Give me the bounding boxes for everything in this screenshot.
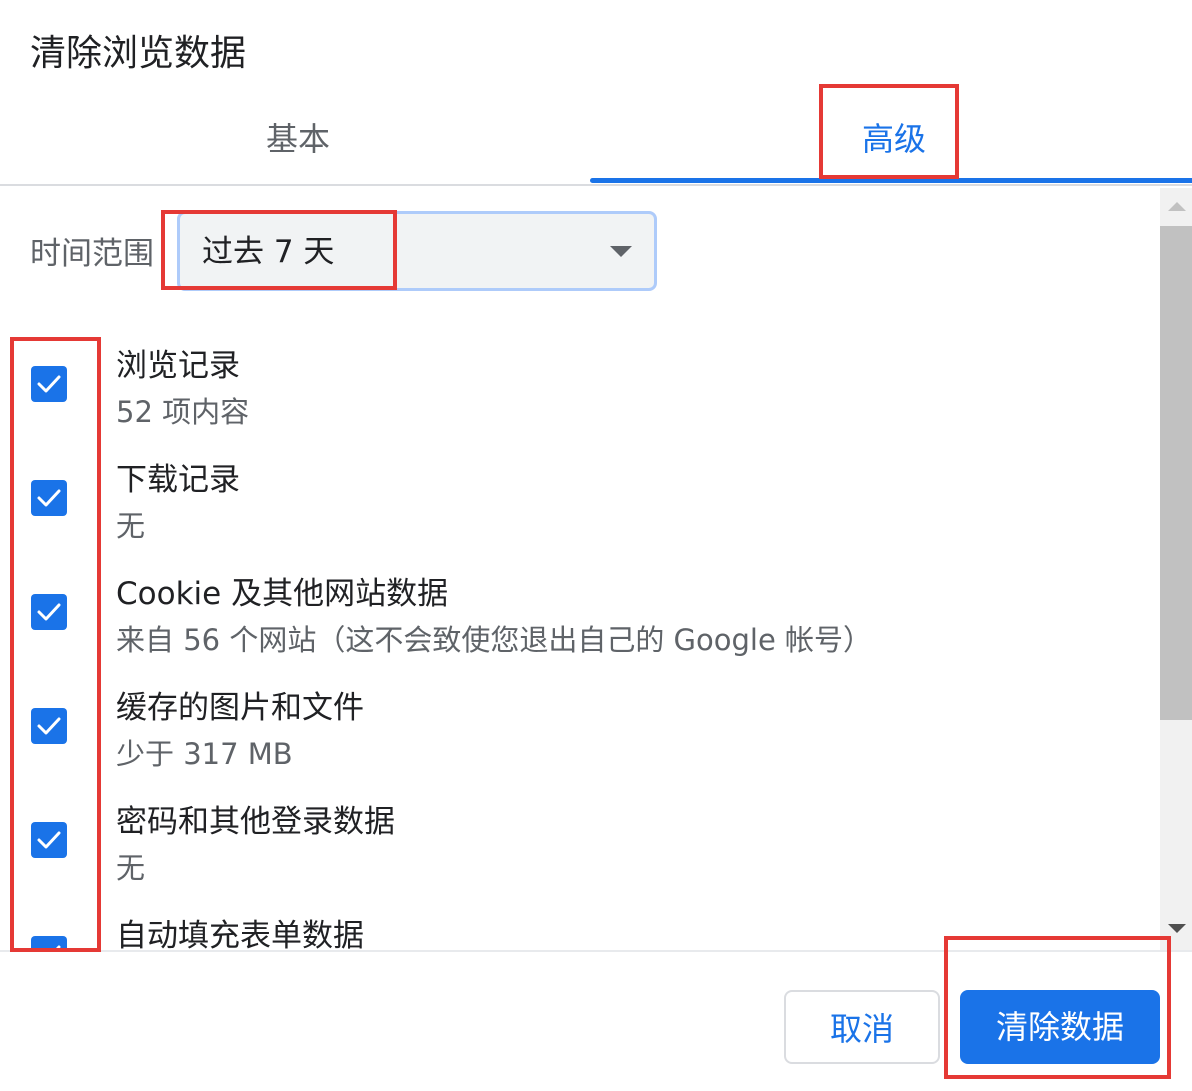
tab-divider (0, 184, 1192, 186)
list-item-cached-files: 缓存的图片和文件 少于 317 MB (0, 686, 1160, 796)
tab-advanced[interactable]: 高级 (596, 92, 1192, 182)
checkbox-browsing-history[interactable] (31, 366, 67, 402)
time-range-label: 时间范围 (30, 236, 154, 272)
list-item-autofill: 自动填充表单数据 (0, 914, 1160, 950)
item-title: Cookie 及其他网站数据 (116, 576, 449, 612)
checkbox-cached-files[interactable] (31, 708, 67, 744)
checkmark-icon (37, 831, 61, 849)
active-tab-indicator (590, 178, 1192, 183)
list-item-passwords: 密码和其他登录数据 无 (0, 800, 1160, 910)
scroll-up-arrow-icon[interactable] (1168, 202, 1186, 211)
footer-divider (0, 950, 1192, 952)
item-subtitle: 无 (116, 509, 146, 543)
checkmark-icon (37, 489, 61, 507)
checkmark-icon (37, 603, 61, 621)
item-subtitle: 少于 317 MB (116, 737, 293, 771)
dropdown-arrow-icon (610, 246, 632, 257)
checkmark-icon (37, 375, 61, 393)
dialog-title: 清除浏览数据 (30, 33, 247, 74)
item-title: 浏览记录 (116, 348, 240, 384)
time-range-value: 过去 7 天 (202, 234, 335, 270)
checkbox-passwords[interactable] (31, 822, 67, 858)
item-subtitle: 来自 56 个网站（这不会致使您退出自己的 Google 帐号） (116, 623, 873, 657)
item-title: 下载记录 (116, 462, 240, 498)
list-item-browsing-history: 浏览记录 52 项内容 (0, 344, 1160, 454)
checkmark-icon (54, 945, 61, 950)
settings-content: 时间范围 过去 7 天 浏览记录 52 项内容 下载记录 无 Cookie 及其… (0, 188, 1160, 950)
list-item-cookies: Cookie 及其他网站数据 来自 56 个网站（这不会致使您退出自己的 Goo… (0, 572, 1160, 682)
clear-data-button[interactable]: 清除数据 (960, 990, 1160, 1064)
item-title: 密码和其他登录数据 (116, 804, 395, 840)
tab-basic[interactable]: 基本 (0, 92, 596, 182)
item-subtitle: 无 (116, 851, 146, 885)
item-title: 自动填充表单数据 (116, 918, 364, 950)
cancel-button[interactable]: 取消 (784, 990, 940, 1064)
time-range-dropdown[interactable]: 过去 7 天 (177, 211, 657, 291)
scrollbar-thumb[interactable] (1160, 226, 1192, 720)
item-title: 缓存的图片和文件 (116, 690, 364, 726)
tab-bar: 基本 高级 (0, 92, 1192, 186)
scroll-down-arrow-icon[interactable] (1168, 924, 1186, 933)
scrollbar[interactable] (1160, 188, 1192, 950)
checkmark-icon (37, 717, 61, 735)
item-subtitle: 52 项内容 (116, 395, 250, 429)
checkbox-autofill[interactable] (31, 936, 67, 950)
list-item-download-history: 下载记录 无 (0, 458, 1160, 568)
checkbox-download-history[interactable] (31, 480, 67, 516)
checkbox-cookies[interactable] (31, 594, 67, 630)
